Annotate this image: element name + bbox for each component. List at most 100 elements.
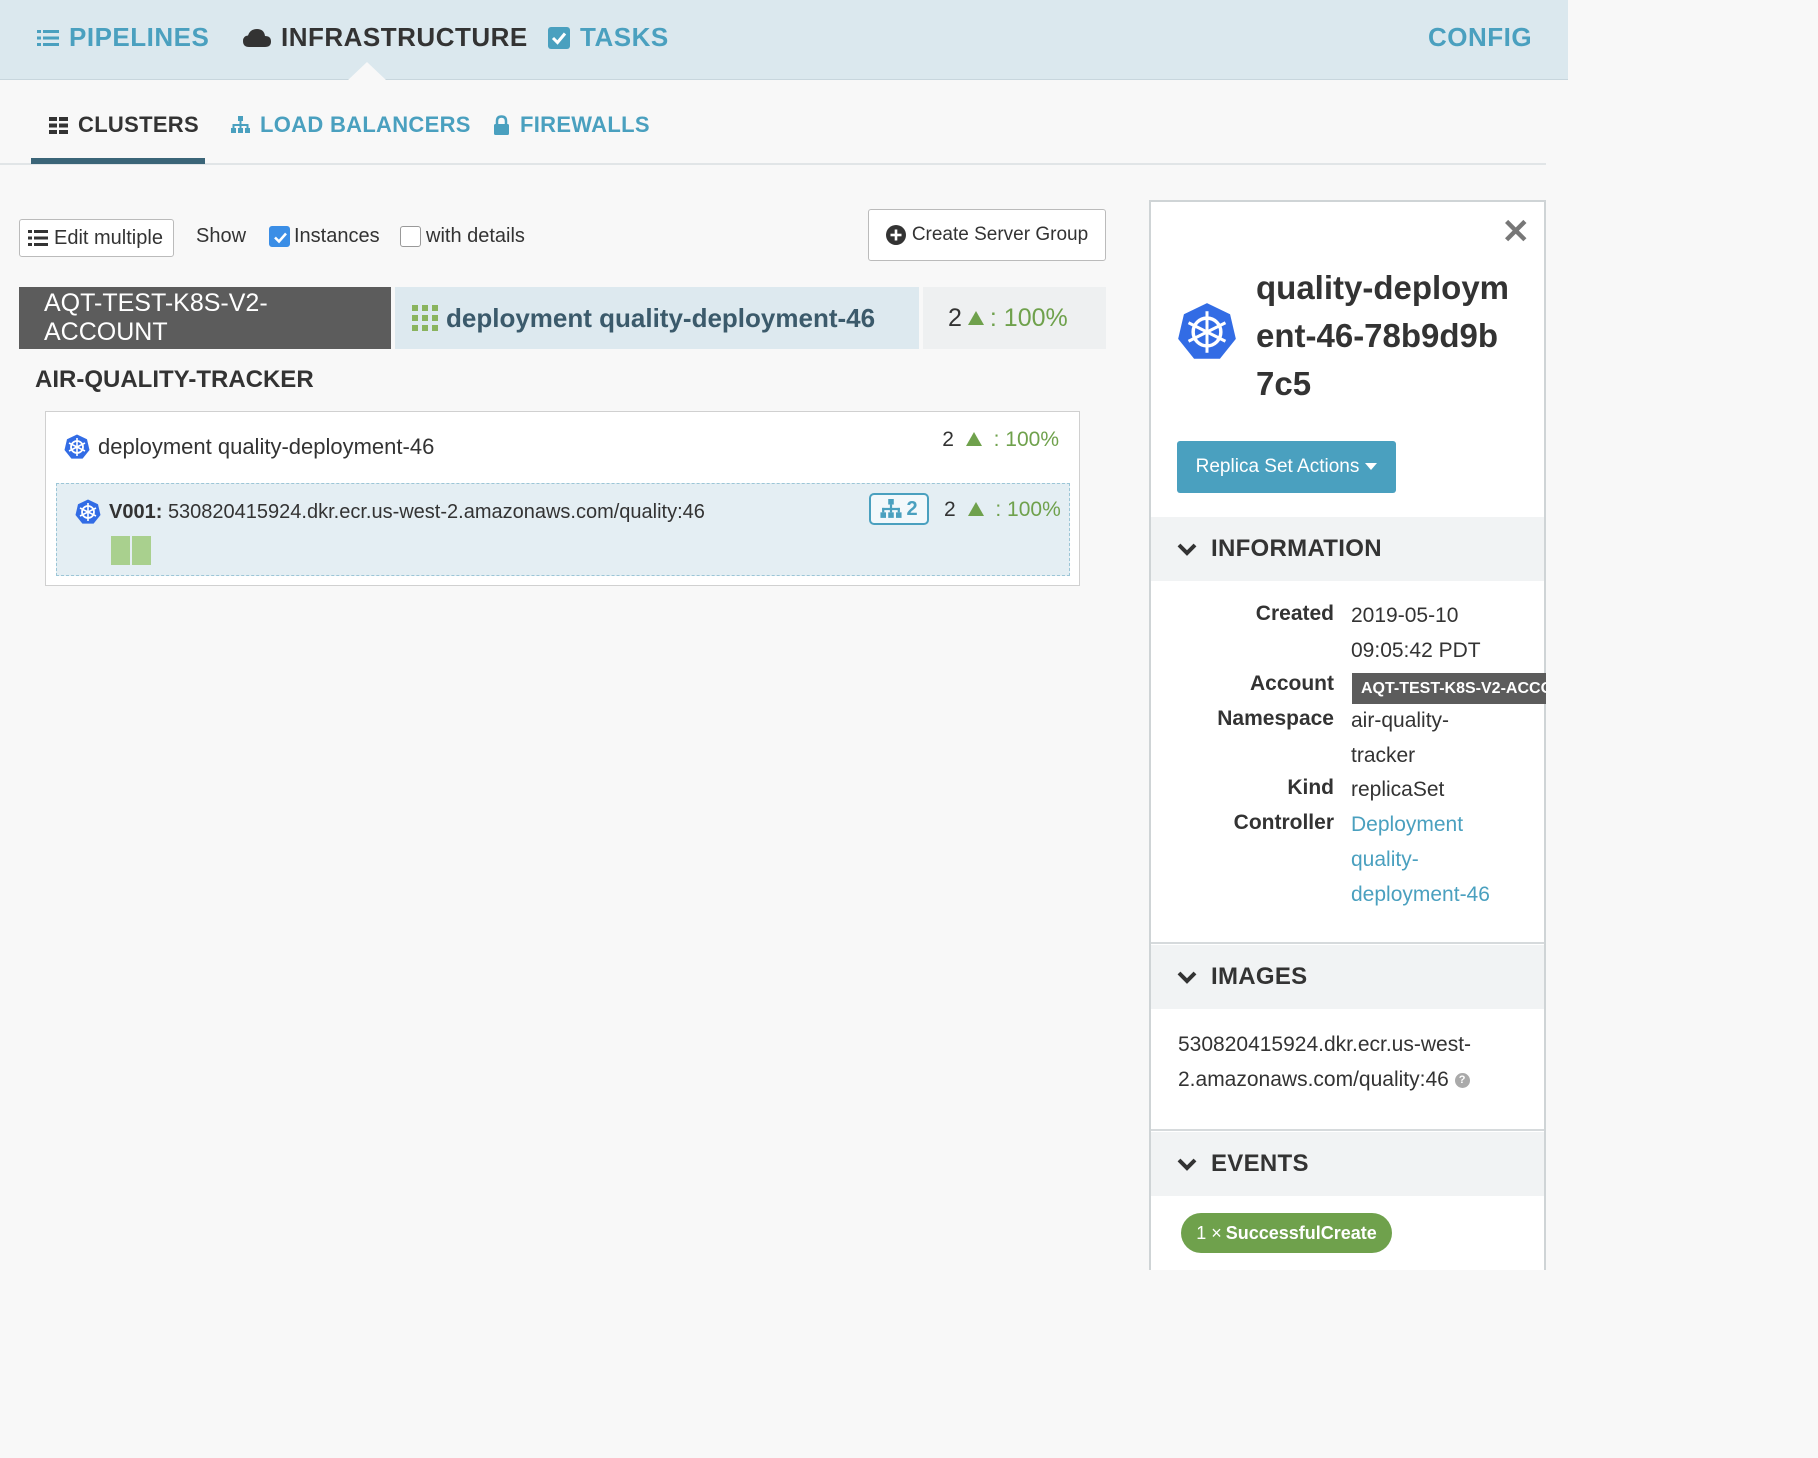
create-server-group-label: Create Server Group (911, 224, 1089, 245)
cloud-icon (243, 28, 271, 47)
server-group-row[interactable]: V001: 530820415924.dkr.ecr.us-west-2.ama… (56, 483, 1070, 576)
active-nav-caret (347, 62, 387, 81)
images-section-header[interactable]: IMAGES (1151, 945, 1544, 1009)
healthy-triangle-icon (967, 311, 984, 325)
kubernetes-icon (75, 499, 101, 524)
cluster-health-count: 2 (948, 303, 962, 332)
load-balancer-badge[interactable]: 2 (869, 493, 929, 525)
image-value: 530820415924.dkr.ecr.us-west-2.amazonaws… (1178, 1027, 1518, 1097)
deployment-health-count: 2 (942, 428, 954, 451)
created-value: 2019-05-10 09:05:42 PDT (1351, 604, 1481, 662)
checkbox-icon (548, 26, 570, 49)
sitemap-icon (231, 116, 250, 133)
sitemap-icon (880, 499, 902, 518)
instance-healthy[interactable] (132, 536, 151, 565)
create-server-group-button[interactable]: Create Server Group (868, 209, 1106, 261)
nav-pipelines[interactable]: PIPELINES (37, 22, 209, 53)
with-details-label: with details (426, 225, 525, 247)
server-group-health-percent: : 100% (995, 498, 1061, 521)
information-heading: INFORMATION (1211, 535, 1382, 562)
deployment-name: deployment quality-deployment-46 (98, 434, 435, 459)
server-group-card: deployment quality-deployment-46 2 : 100… (45, 411, 1080, 586)
chevron-down-icon (1177, 971, 1197, 984)
tab-firewalls[interactable]: FIREWALLS (493, 112, 650, 138)
nav-config-label: CONFIG (1428, 22, 1533, 52)
active-tab-underline (31, 158, 205, 164)
application-title: AIR-QUALITY-TRACKER (35, 366, 314, 393)
kubernetes-icon (1177, 302, 1237, 367)
event-name: SuccessfulCreate (1225, 1222, 1377, 1243)
load-balancer-count: 2 (906, 497, 918, 520)
section-divider (1151, 942, 1544, 944)
checkmark-icon (274, 232, 287, 244)
event-badge[interactable]: 1 × SuccessfulCreate (1181, 1213, 1392, 1253)
lock-icon (494, 115, 509, 135)
healthy-triangle-icon (967, 502, 984, 516)
tab-firewalls-label: FIREWALLS (520, 112, 650, 137)
images-heading: IMAGES (1211, 963, 1308, 990)
details-panel: ✕ quality-deployment-46-78b9d9b7c5 Repli… (1149, 200, 1546, 1270)
instances-label: Instances (294, 225, 380, 247)
server-group-health: 2 : 100% (944, 498, 1061, 522)
deployment-title[interactable]: deployment quality-deployment-46 (64, 434, 434, 460)
namespace-value: air-quality-tracker (1351, 709, 1450, 767)
healthy-triangle-icon (965, 432, 982, 446)
event-count: 1 × (1196, 1222, 1222, 1243)
tab-clusters-label: CLUSTERS (78, 112, 199, 137)
nav-infrastructure-label: INFRASTRUCTURE (281, 22, 528, 52)
cluster-health: 2 : 100% (923, 287, 1106, 349)
kind-value: replicaSet (1351, 778, 1445, 801)
replica-set-actions-label: Replica Set Actions (1195, 456, 1360, 477)
list-icon (28, 230, 48, 246)
deployment-health-percent: : 100% (993, 428, 1059, 451)
kubernetes-icon (64, 434, 90, 459)
cluster-name: deployment quality-deployment-46 (446, 302, 876, 333)
nav-pipelines-label: PIPELINES (69, 22, 210, 52)
cluster-header[interactable]: deployment quality-deployment-46 (395, 287, 919, 349)
tab-clusters[interactable]: CLUSTERS (49, 112, 199, 138)
show-label: Show (196, 225, 247, 247)
server-group-version: V001: (109, 500, 163, 523)
caret-down-icon (1365, 463, 1378, 470)
nav-infrastructure[interactable]: INFRASTRUCTURE (243, 22, 528, 53)
controller-label: Controller (1233, 811, 1334, 834)
list-icon (37, 29, 59, 46)
tab-load-balancers-label: LOAD BALANCERS (260, 112, 471, 137)
nav-config[interactable]: CONFIG (1428, 22, 1532, 53)
chevron-down-icon (1177, 1158, 1197, 1171)
information-section-header[interactable]: INFORMATION (1151, 517, 1544, 581)
edit-multiple-label: Edit multiple (54, 226, 163, 249)
dots-grid-icon (412, 305, 438, 331)
plus-circle-icon (885, 225, 906, 245)
top-navigation: PIPELINES INFRASTRUCTURE TASKS CONFIG (0, 0, 1568, 81)
nav-tasks-label: TASKS (580, 22, 669, 52)
server-group-image: 530820415924.dkr.ecr.us-west-2.amazonaws… (167, 500, 705, 523)
account-label: Account (1250, 672, 1334, 695)
controller-link[interactable]: Deployment quality-deployment-46 (1351, 807, 1511, 912)
details-title: quality-deployment-46-78b9d9b7c5 (1256, 269, 1510, 402)
server-group-health-count: 2 (944, 498, 956, 521)
server-group-title: V001: 530820415924.dkr.ecr.us-west-2.ama… (75, 499, 705, 525)
grid-icon (49, 116, 68, 134)
chevron-down-icon (1177, 543, 1197, 556)
edit-multiple-button[interactable]: Edit multiple (19, 219, 174, 257)
kind-label: Kind (1287, 776, 1334, 799)
with-details-checkbox[interactable] (400, 226, 421, 247)
created-label: Created (1255, 602, 1334, 625)
section-divider (1151, 1129, 1544, 1131)
help-icon[interactable]: ? (1454, 1072, 1470, 1088)
instances-checkbox[interactable] (269, 226, 290, 247)
tab-load-balancers[interactable]: LOAD BALANCERS (231, 112, 471, 138)
events-heading: EVENTS (1211, 1150, 1309, 1177)
account-tag-label: AQT-TEST-K8S-V2-ACCOUNT (44, 289, 268, 346)
nav-tasks[interactable]: TASKS (548, 22, 669, 53)
close-icon[interactable]: ✕ (1502, 212, 1531, 252)
cluster-health-percent: : 100% (989, 303, 1068, 332)
events-section-header[interactable]: EVENTS (1151, 1132, 1544, 1196)
account-value: AQT-TEST-K8S-V2-ACCOUNT (1352, 673, 1546, 704)
deployment-health: 2 : 100% (942, 428, 1059, 452)
namespace-label: Namespace (1217, 707, 1334, 730)
replica-set-actions-button[interactable]: Replica Set Actions (1177, 441, 1396, 493)
account-tag: AQT-TEST-K8S-V2-ACCOUNT (19, 287, 391, 349)
instance-healthy[interactable] (111, 536, 130, 565)
